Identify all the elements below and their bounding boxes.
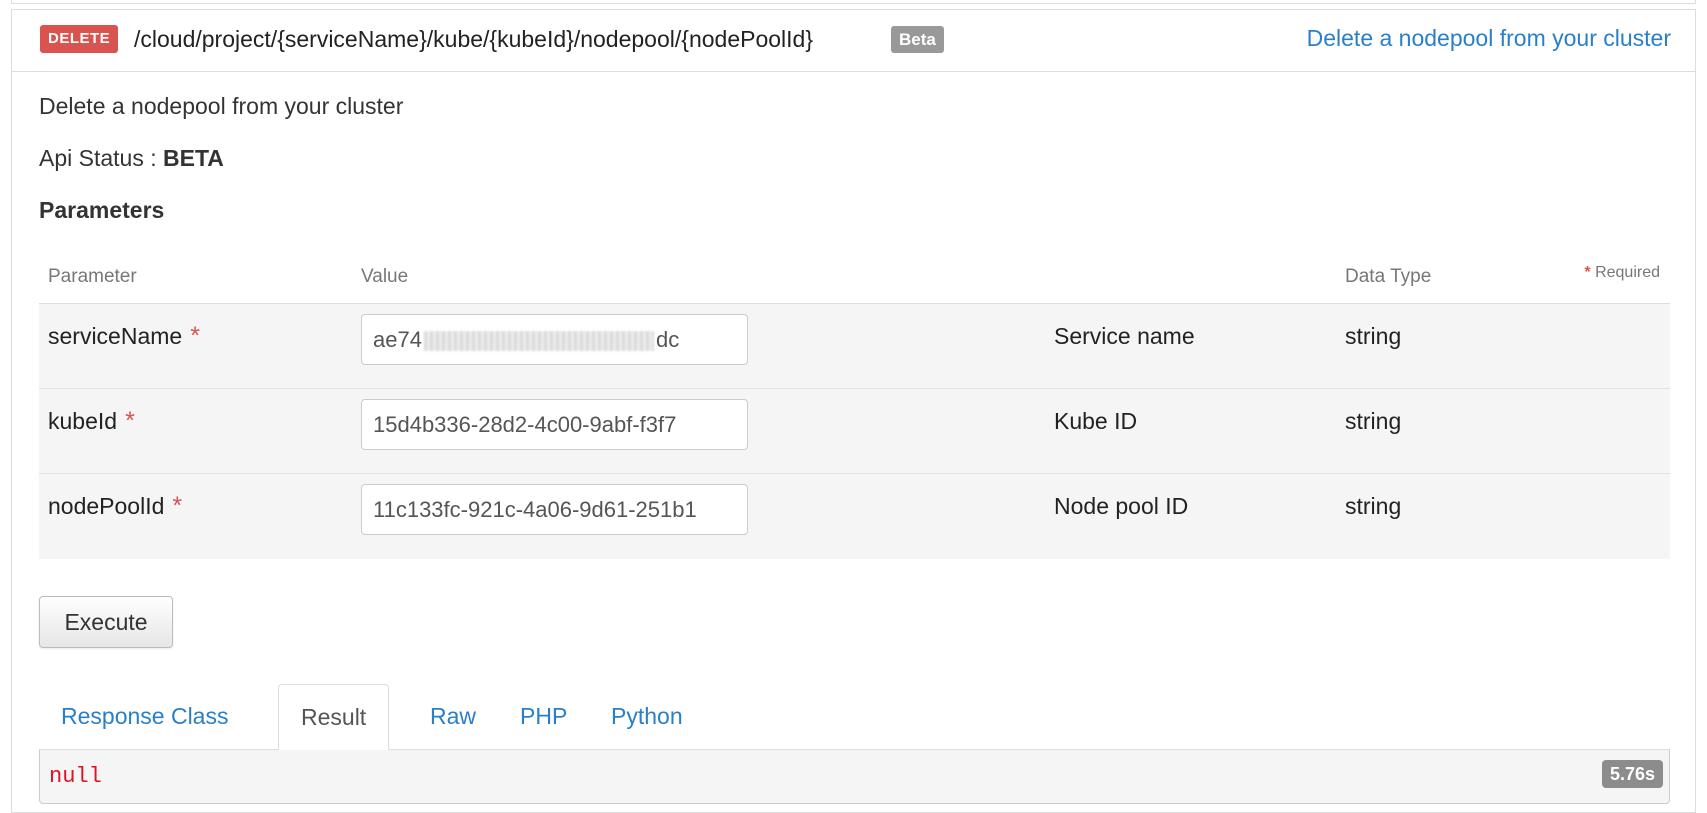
required-label: Required bbox=[1595, 264, 1660, 281]
operation-panel: DELETE /cloud/project/{serviceName}/kube… bbox=[11, 9, 1696, 813]
parameter-name-text: kubeId bbox=[48, 408, 118, 434]
parameter-description: Kube ID bbox=[1054, 408, 1138, 434]
parameters-table: Parameter Value Data Type * Required ser… bbox=[39, 250, 1670, 559]
parameter-name: serviceName * bbox=[48, 322, 200, 350]
operation-summary-link[interactable]: Delete a nodepool from your cluster bbox=[1307, 23, 1671, 53]
operation-description: Delete a nodepool from your cluster bbox=[39, 93, 404, 119]
parameter-description: Node pool ID bbox=[1054, 493, 1189, 519]
required-star-icon: * bbox=[172, 492, 183, 520]
parameter-name: nodePoolId * bbox=[48, 492, 182, 520]
response-tabs: Response Class Result Raw PHP Python bbox=[39, 684, 1670, 751]
result-value: null bbox=[49, 764, 102, 789]
required-star-icon: * bbox=[1584, 264, 1591, 281]
result-panel: null 5.76s bbox=[39, 750, 1670, 804]
header-value: Value bbox=[361, 266, 409, 287]
previous-panel-edge bbox=[11, 0, 1696, 4]
parameter-row-nodePoolId: nodePoolId * 11c133fc-921c-4a06-9d61-251b… bbox=[39, 474, 1670, 559]
parameters-title: Parameters bbox=[39, 197, 165, 223]
kubeid-input[interactable]: 15d4b336-28d2-4c00-9abf-f3f7 bbox=[361, 399, 748, 450]
tab-result[interactable]: Result bbox=[278, 684, 390, 751]
obscured-value bbox=[423, 331, 654, 352]
parameter-name-text: serviceName bbox=[48, 323, 183, 349]
servicename-value-start: ae74 bbox=[373, 327, 422, 352]
parameter-type: string bbox=[1345, 408, 1402, 434]
parameter-type: string bbox=[1345, 323, 1402, 349]
execute-button[interactable]: Execute bbox=[39, 596, 173, 648]
header-parameter: Parameter bbox=[48, 266, 137, 287]
parameter-row-serviceName: serviceName * ae74 dc Service name string bbox=[39, 304, 1670, 389]
required-star-icon: * bbox=[190, 322, 200, 350]
header-data-type: Data Type bbox=[1345, 266, 1432, 287]
servicename-input[interactable]: ae74 dc bbox=[361, 314, 748, 365]
api-status-label: Api Status : bbox=[39, 145, 157, 171]
endpoint-path[interactable]: /cloud/project/{serviceName}/kube/{kubeI… bbox=[134, 24, 813, 54]
tab-php[interactable]: PHP bbox=[498, 684, 589, 750]
api-status: Api Status : BETA bbox=[39, 144, 224, 172]
operation-heading[interactable]: DELETE /cloud/project/{serviceName}/kube… bbox=[12, 10, 1695, 72]
tab-raw[interactable]: Raw bbox=[408, 684, 498, 750]
tab-python[interactable]: Python bbox=[589, 684, 705, 750]
parameter-type: string bbox=[1345, 493, 1402, 519]
method-badge: DELETE bbox=[40, 25, 119, 53]
parameter-name: kubeId * bbox=[48, 407, 135, 435]
header-required: * Required bbox=[1584, 264, 1660, 282]
nodepoolid-input[interactable]: 11c133fc-921c-4a06-9d61-251b1 bbox=[361, 484, 748, 535]
parameter-description: Service name bbox=[1054, 323, 1195, 349]
beta-badge: Beta bbox=[891, 26, 944, 53]
tab-response-class[interactable]: Response Class bbox=[39, 684, 250, 750]
parameter-name-text: nodePoolId bbox=[48, 493, 165, 519]
required-star-icon: * bbox=[125, 407, 135, 435]
parameters-table-header: Parameter Value Data Type * Required bbox=[39, 250, 1670, 304]
parameter-row-kubeId: kubeId * 15d4b336-28d2-4c00-9abf-f3f7 Kub… bbox=[39, 389, 1670, 474]
timing-badge: 5.76s bbox=[1601, 760, 1663, 788]
servicename-value-end: dc bbox=[655, 327, 680, 352]
api-status-value: BETA bbox=[163, 145, 224, 171]
